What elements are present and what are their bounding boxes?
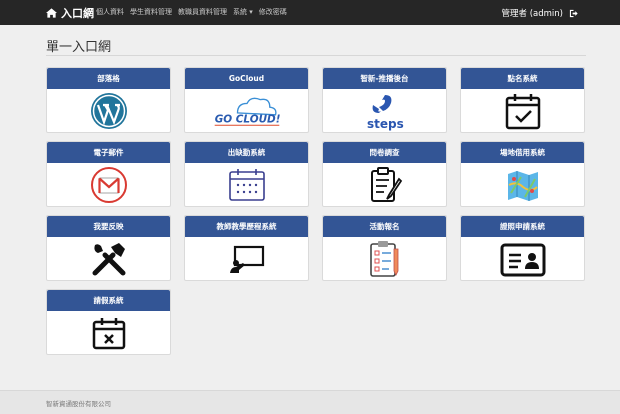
card-survey[interactable]: 問卷調查: [322, 141, 447, 207]
card-title: 部落格: [47, 68, 170, 89]
calendar-x-icon: [92, 318, 125, 350]
card-blog[interactable]: 部落格: [46, 67, 171, 133]
footer: 智新資通股份有限公司: [0, 390, 620, 414]
gocloud-logo: GO CLOUD!: [214, 97, 280, 126]
calendar-check-icon: [505, 94, 540, 130]
card-email[interactable]: 電子郵件: [46, 141, 171, 207]
tools-icon: [92, 243, 125, 276]
card-title: 智新-推播後台: [323, 68, 446, 89]
card-roll-call[interactable]: 點名系統: [460, 67, 585, 133]
gmail-icon: [90, 167, 127, 203]
card-feedback[interactable]: 我要反映: [46, 215, 171, 281]
card-teaching-portfolio[interactable]: 教師教學歷程系統: [184, 215, 309, 281]
clipboard-survey-icon: [370, 167, 402, 202]
logout-icon[interactable]: [569, 9, 578, 18]
wordpress-icon: [90, 93, 127, 129]
brand-link[interactable]: 入口網: [46, 5, 94, 21]
card-title: 請假系統: [47, 290, 170, 311]
brand-label: 入口網: [61, 7, 94, 20]
footer-company: 智新資通股份有限公司: [46, 400, 111, 408]
card-gocloud[interactable]: GoCloud GO CLOUD!: [184, 67, 309, 133]
card-certificate-request[interactable]: 證照申請系統: [460, 215, 585, 281]
title-divider: [46, 55, 586, 56]
nav-student-admin[interactable]: 學生資料管理: [130, 7, 172, 17]
card-title: 點名系統: [461, 68, 584, 89]
nav-personal[interactable]: 個人資料: [96, 7, 124, 17]
card-title: 證照申請系統: [461, 216, 584, 237]
checklist-icon: [369, 241, 398, 277]
card-title: 問卷調查: [323, 142, 446, 163]
main-nav: 個人資料 學生資料管理 教職員資料管理 系統 ▾ 修改密碼: [96, 7, 287, 17]
calendar-icon: [228, 169, 265, 201]
card-venue-booking[interactable]: 場地借用系統: [460, 141, 585, 207]
card-title: GoCloud: [185, 68, 308, 89]
nav-staff-admin[interactable]: 教職員資料管理: [178, 7, 227, 17]
card-title: 活動報名: [323, 216, 446, 237]
steps-logo-text: steps: [367, 117, 404, 131]
gocloud-logo-text: GO CLOUD!: [214, 113, 280, 125]
nav-change-password[interactable]: 修改密碼: [259, 7, 287, 17]
card-push-admin[interactable]: 智新-推播後台 steps: [322, 67, 447, 133]
steps-logo: steps: [367, 95, 404, 131]
page-title: 單一入口網: [46, 40, 112, 55]
nav-system-dropdown[interactable]: 系統 ▾: [233, 7, 253, 17]
map-icon: [507, 171, 538, 201]
top-navbar: 入口網 個人資料 學生資料管理 教職員資料管理 系統 ▾ 修改密碼 管理者 (a…: [0, 0, 620, 25]
card-title: 教師教學歷程系統: [185, 216, 308, 237]
card-title: 出缺勤系統: [185, 142, 308, 163]
id-card-icon: [500, 243, 545, 277]
card-event-signup[interactable]: 活動報名: [322, 215, 447, 281]
card-title: 電子郵件: [47, 142, 170, 163]
user-name: 管理者 (admin): [501, 9, 563, 19]
card-attendance[interactable]: 出缺勤系統: [184, 141, 309, 207]
user-menu[interactable]: 管理者 (admin): [502, 7, 578, 19]
card-title: 我要反映: [47, 216, 170, 237]
card-leave-request[interactable]: 請假系統: [46, 289, 171, 355]
card-title: 場地借用系統: [461, 142, 584, 163]
home-icon: [46, 8, 57, 18]
teacher-board-icon: [229, 245, 264, 273]
